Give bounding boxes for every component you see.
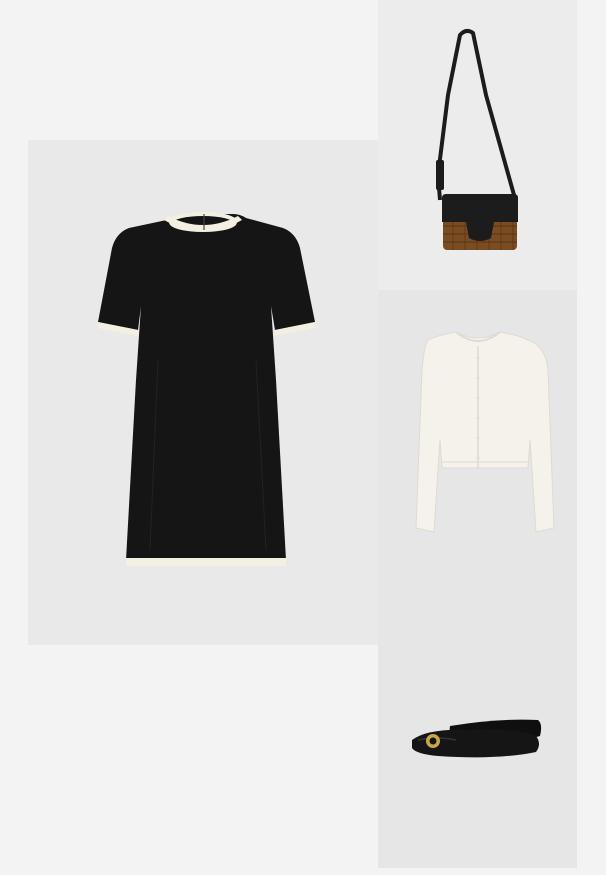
cardigan-icon: [415, 331, 555, 533]
crossbody-bag-icon: [436, 28, 518, 250]
dress-icon: [98, 212, 315, 566]
cardigan-product-tile[interactable]: [378, 290, 577, 578]
dress-product-tile[interactable]: [28, 140, 378, 645]
ballet-flats-icon: [412, 719, 542, 758]
bag-product-tile[interactable]: [378, 0, 577, 290]
flats-product-tile[interactable]: [378, 578, 577, 868]
